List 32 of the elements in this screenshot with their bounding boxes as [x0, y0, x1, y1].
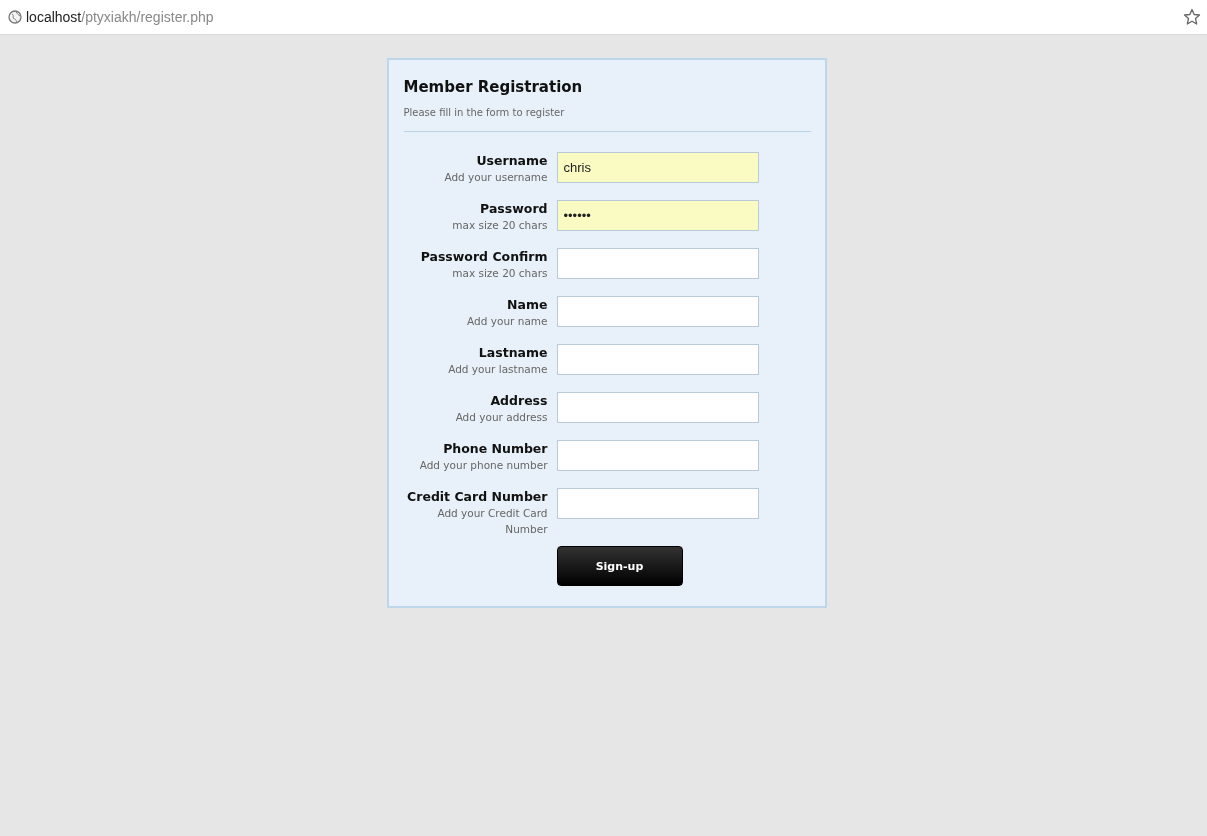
input-field[interactable]: •••••• — [556, 200, 759, 231]
field-label: Name — [506, 296, 548, 313]
input-field[interactable]: chris — [556, 152, 759, 183]
form-subtitle: Please fill in the form to register — [403, 107, 566, 118]
field-hint: max size 20 chars — [451, 218, 548, 233]
field-label: Lastname — [477, 344, 548, 361]
field-hint: Add your Credit Card Number — [436, 506, 548, 537]
field-label: Password — [479, 200, 548, 217]
input-field[interactable] — [556, 488, 759, 519]
globe-icon — [8, 10, 22, 24]
field-hint: Add your username — [443, 170, 548, 185]
field-label: Address — [489, 392, 548, 409]
field-hint: Add your phone number — [418, 458, 548, 473]
field-label: Password Confirm — [419, 248, 548, 265]
field-label: Username — [475, 152, 548, 169]
field-label: Credit Card Number — [406, 488, 548, 505]
form-title: Member Registration — [403, 78, 584, 96]
field-hint: Add your lastname — [447, 362, 548, 377]
field-hint: Add your address — [454, 410, 548, 425]
url-path: /ptyxiakh/register.php — [81, 9, 214, 25]
input-field[interactable] — [556, 440, 759, 471]
sign-up-button[interactable]: Sign-up — [556, 546, 683, 586]
field-label: Phone Number — [442, 440, 548, 457]
input-field[interactable] — [556, 296, 759, 327]
address-bar[interactable]: localhost/ptyxiakh/register.php — [8, 9, 214, 25]
field-hint: max size 20 chars — [451, 266, 548, 281]
field-hint: Add your name — [466, 314, 548, 329]
input-field[interactable] — [556, 392, 759, 423]
input-field[interactable] — [556, 344, 759, 375]
input-field[interactable] — [556, 248, 759, 279]
bookmark-star-icon[interactable] — [1183, 8, 1201, 26]
url-host: localhost — [26, 9, 82, 25]
